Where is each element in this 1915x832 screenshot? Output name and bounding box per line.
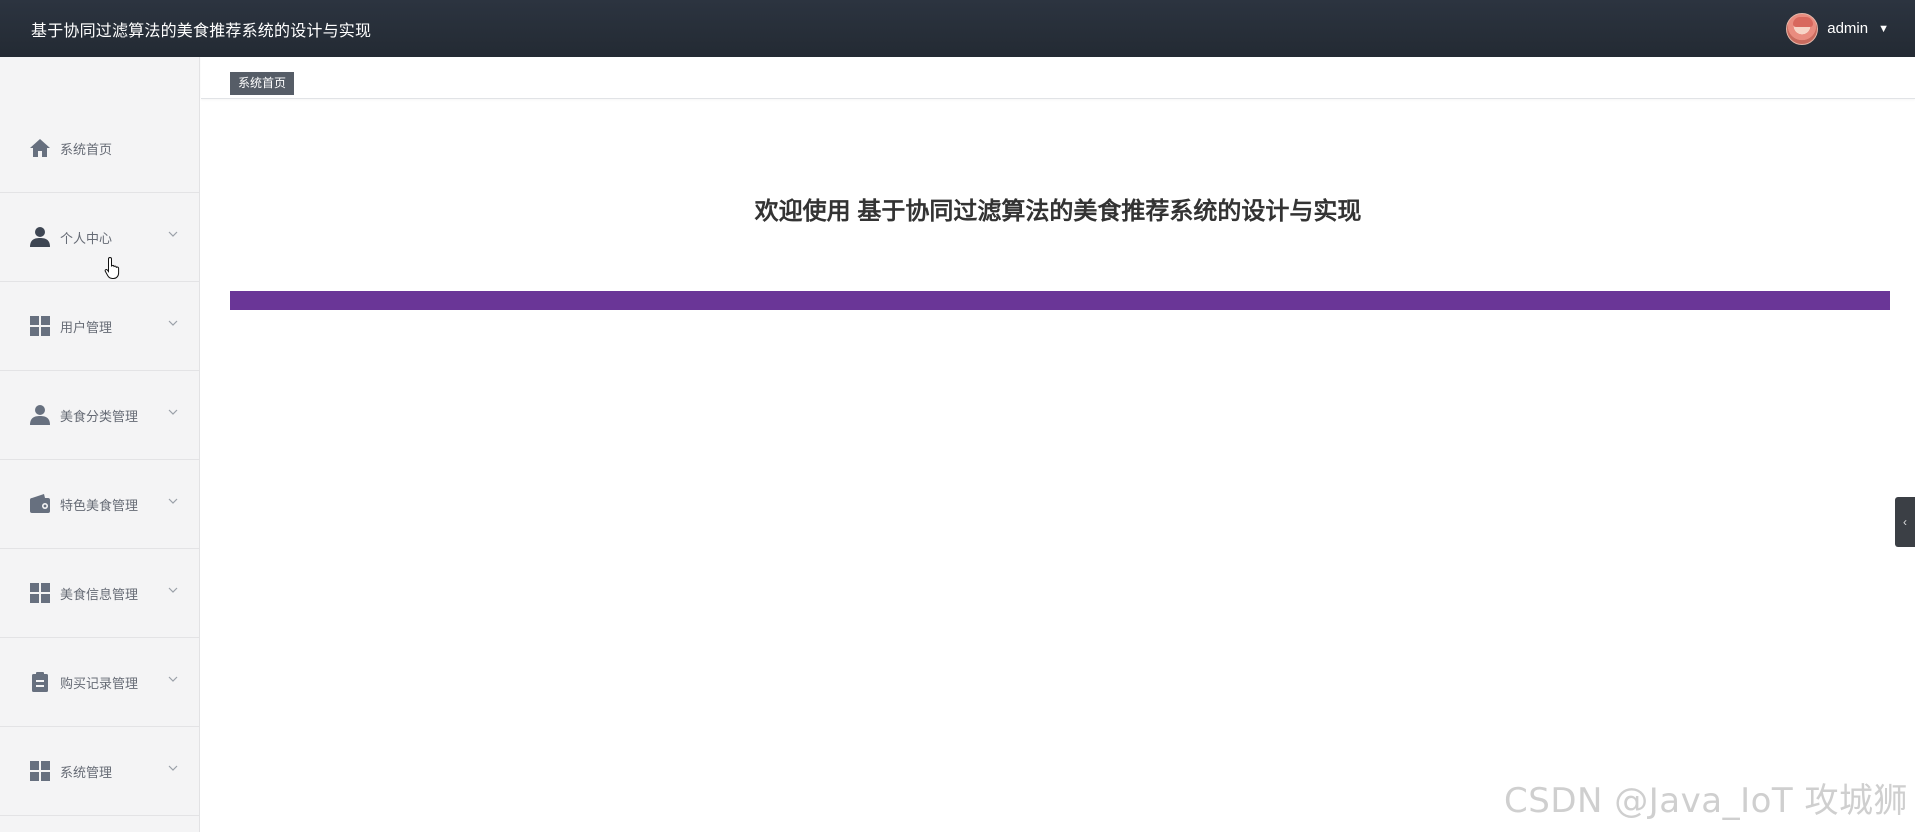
clipboard-icon [28,670,52,694]
sidebar-item-user-management[interactable]: 用户管理 [0,282,199,371]
wallet-icon [28,492,52,516]
sidebar-item-food-info[interactable]: 美食信息管理 [0,549,199,638]
sidebar-item-home[interactable]: 系统首页 [0,104,199,193]
username[interactable]: admin [1827,20,1868,37]
chevron-down-icon[interactable] [168,674,178,684]
sidebar-item-label: 系统管理 [60,764,113,780]
grid-icon [28,314,52,338]
app-title: 基于协同过滤算法的美食推荐系统的设计与实现 [31,22,372,40]
sidebar: 系统首页 个人中心 用户管理 美食分类管理 特色美食管理 美食信息管理 购买记录… [0,57,200,832]
grid-icon [28,581,52,605]
chevron-down-icon[interactable] [168,496,178,506]
home-icon [28,136,52,160]
sidebar-item-label: 特色美食管理 [60,497,139,513]
main-content: 系统首页 欢迎使用 基于协同过滤算法的美食推荐系统的设计与实现 ‹ [201,57,1915,832]
sidebar-item-label: 个人中心 [60,230,113,246]
tabs-bar: 系统首页 [201,57,1915,99]
sidebar-item-label: 美食分类管理 [60,408,139,424]
chevron-down-icon[interactable] [168,229,178,239]
sidebar-item-label: 美食信息管理 [60,586,139,602]
chevron-down-icon[interactable] [168,318,178,328]
hand-cursor-icon [104,256,120,279]
watermark: CSDN @Java_IoT 攻城狮 [1504,781,1908,821]
person-icon [28,403,52,427]
chevron-left-icon: ‹ [1903,515,1907,529]
sidebar-item-purchase-records[interactable]: 购买记录管理 [0,638,199,727]
sidebar-item-specialty-food[interactable]: 特色美食管理 [0,460,199,549]
top-header: 基于协同过滤算法的美食推荐系统的设计与实现 admin ▼ [0,0,1915,57]
sidebar-item-label: 购买记录管理 [60,675,139,691]
chevron-down-icon[interactable] [168,763,178,773]
sidebar-item-system-management[interactable]: 系统管理 [0,727,199,816]
chevron-down-icon[interactable] [168,407,178,417]
collapse-panel-toggle[interactable]: ‹ [1895,497,1915,547]
sidebar-item-personal-center[interactable]: 个人中心 [0,193,199,282]
chevron-down-icon[interactable] [168,585,178,595]
grid-icon [28,759,52,783]
accent-bar [230,291,1890,310]
tab-home[interactable]: 系统首页 [230,72,295,95]
welcome-title: 欢迎使用 基于协同过滤算法的美食推荐系统的设计与实现 [754,198,1362,225]
sidebar-item-food-category[interactable]: 美食分类管理 [0,371,199,460]
user-menu[interactable]: admin ▼ [1786,12,1889,45]
avatar-icon[interactable] [1786,12,1819,45]
sidebar-item-label: 系统首页 [60,141,113,157]
sidebar-item-label: 用户管理 [60,319,113,335]
user-icon [28,225,52,249]
caret-down-icon[interactable]: ▼ [1878,23,1889,35]
